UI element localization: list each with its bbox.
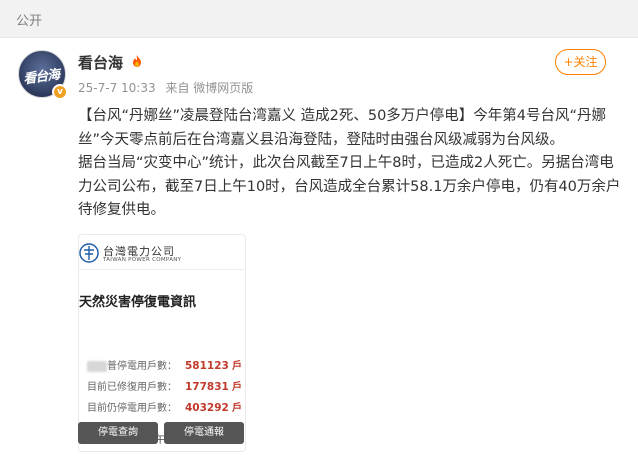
stat-unit: 戶 xyxy=(232,403,243,414)
stat-label: 普停電用戶數： xyxy=(107,361,177,372)
stat-value: 177831 xyxy=(185,381,229,393)
flame-icon xyxy=(133,55,141,67)
company-name-en: TAIWAN POWER COMPANY xyxy=(103,257,182,263)
post-paragraph: 【台风“丹娜丝”凌晨登陆台湾嘉义 造成2死、50多万户停电】今年第4号台风“丹娜… xyxy=(78,108,607,148)
stat-unit: 戶 xyxy=(232,382,243,393)
post-date[interactable]: 25-7-7 10:33 xyxy=(78,81,156,95)
author-name[interactable]: 看台海 xyxy=(78,52,123,73)
top-bar: 公开 xyxy=(0,0,638,38)
taipower-logo-icon xyxy=(79,243,99,263)
weibo-post-card: 看台海 v 看台海 25-7-7 10:33 来自 微博网页版 +关注 【台风“… xyxy=(0,38,638,474)
post-image[interactable]: 台灣電力公司 TAIWAN POWER COMPANY 天然災害停復電資訊 普停… xyxy=(78,234,246,452)
follow-button[interactable]: +关注 xyxy=(555,49,606,75)
verified-badge-icon: v xyxy=(52,84,68,100)
stat-unit: 戶 xyxy=(232,361,243,372)
divider xyxy=(79,269,245,270)
post-meta: 25-7-7 10:33 来自 微博网页版 xyxy=(78,79,259,96)
stat-value: 581123 xyxy=(185,360,229,372)
avatar-logo-text: 看台海 xyxy=(22,67,61,88)
stat-label: 目前已修復用戶數： xyxy=(87,382,177,393)
stat-row-restored: 目前已修復用戶數： 177831 戶 xyxy=(87,378,245,394)
post-paragraph: 据台当局“灾变中心”统计，此次台风截至7日上午8时，已造成2人死亡。另据台湾电力… xyxy=(78,155,621,218)
stat-value: 403292 xyxy=(185,402,229,414)
stat-row-remaining: 目前仍停電用戶數： 403292 戶 xyxy=(87,399,245,415)
outage-query-button[interactable]: 停電查詢 xyxy=(78,422,158,444)
visibility-label: 公开 xyxy=(16,14,43,29)
image-title: 天然災害停復電資訊 xyxy=(79,295,197,310)
blurred-text xyxy=(87,360,107,372)
post-body: 【台风“丹娜丝”凌晨登陆台湾嘉义 造成2死、50多万户停电】今年第4号台风“丹娜… xyxy=(78,105,626,223)
stat-row-total: 普停電用戶數： 581123 戶 xyxy=(87,357,245,373)
post-source: 来自 微博网页版 xyxy=(165,81,254,95)
stat-label: 目前仍停電用戶數： xyxy=(87,403,177,414)
outage-report-button[interactable]: 停電通報 xyxy=(164,422,244,444)
